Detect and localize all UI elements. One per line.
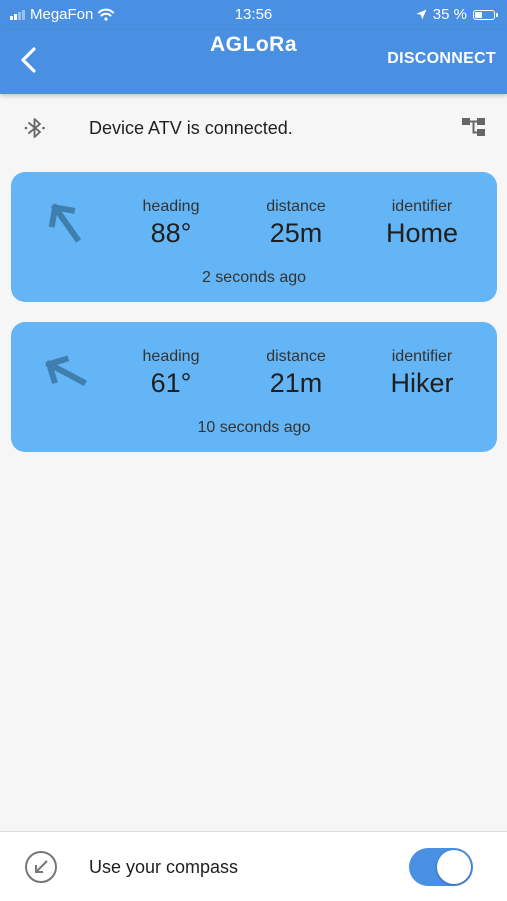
status-bar: MegaFon 13:56 35 % <box>0 0 507 30</box>
direction-arrow-icon <box>45 355 87 386</box>
status-right: 35 % <box>416 6 498 23</box>
distance-label: distance <box>266 348 326 365</box>
identifier-label: identifier <box>391 198 453 215</box>
distance-value: 25m <box>269 218 323 248</box>
heading-label: heading <box>142 198 200 215</box>
identifier-value: Home <box>385 218 459 248</box>
compass-setting-row: Use your compass <box>0 831 507 901</box>
heading-field: heading 88° <box>111 198 231 249</box>
toggle-knob <box>437 850 471 884</box>
identifier-value: Hiker <box>390 368 454 398</box>
disconnect-button[interactable]: DISCONNECT <box>387 50 496 68</box>
distance-field: distance 21m <box>236 348 356 399</box>
last-updated: 2 seconds ago <box>201 269 307 286</box>
distance-label: distance <box>266 198 326 215</box>
bluetooth-icon <box>24 118 45 138</box>
identifier-field: identifier Home <box>362 198 482 249</box>
identifier-field: identifier Hiker <box>362 348 482 399</box>
direction-arrow-icon <box>48 203 82 243</box>
target-card: heading 61° distance 21m identifier Hike… <box>11 322 497 452</box>
identifier-label: identifier <box>391 348 453 365</box>
distance-value: 21m <box>269 368 323 398</box>
distance-field: distance 25m <box>236 198 356 249</box>
location-arrow-icon <box>416 9 427 20</box>
connection-message: Device ATV is connected. <box>89 118 293 138</box>
last-updated: 10 seconds ago <box>197 419 311 436</box>
heading-value: 88° <box>150 218 192 248</box>
heading-value: 61° <box>150 368 192 398</box>
heading-field: heading 61° <box>111 348 231 399</box>
heading-label: heading <box>142 348 200 365</box>
target-card: heading 88° distance 25m identifier Home… <box>11 172 497 302</box>
compass-toggle[interactable] <box>409 848 473 886</box>
compass-setting-label: Use your compass <box>89 857 239 877</box>
app-bar: AGLoRa DISCONNECT <box>0 30 507 94</box>
device-tree-icon[interactable] <box>459 114 489 140</box>
connection-status: Device ATV is connected. <box>0 110 507 146</box>
battery-percent: 35 % <box>432 6 467 23</box>
compass-icon <box>25 851 57 883</box>
battery-icon <box>473 9 498 20</box>
